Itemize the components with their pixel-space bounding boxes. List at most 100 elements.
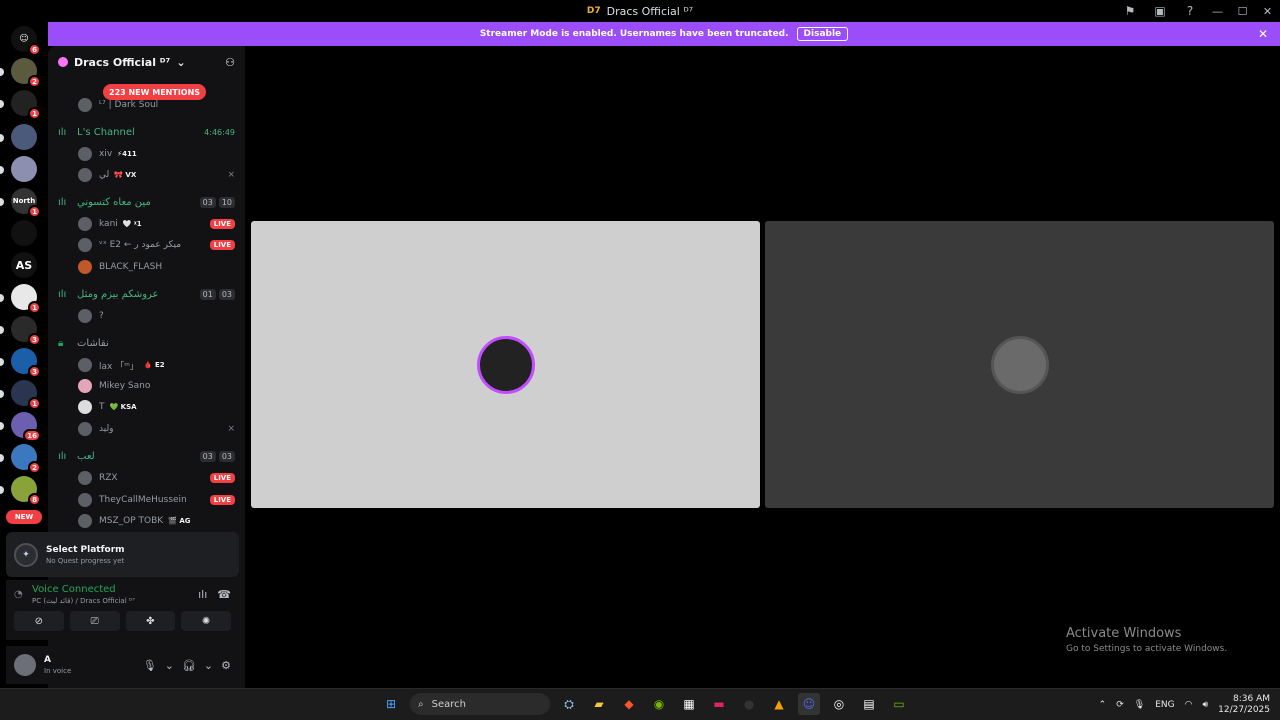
settings-gear-icon[interactable]: ⚙ <box>221 659 231 672</box>
voice-user[interactable]: RZX LIVE <box>78 469 235 487</box>
voice-user[interactable]: ? <box>78 307 235 325</box>
server-icon-7[interactable]: 3 <box>11 316 41 346</box>
maximize-button[interactable]: ☐ <box>1230 0 1255 22</box>
taskbar-search[interactable]: ⌕ Search <box>410 693 550 715</box>
voice-user[interactable]: TheyCallMeHussein LIVE <box>78 491 235 509</box>
server-icon-1[interactable]: 2 <box>11 58 41 88</box>
voice-user[interactable]: لي 🎀 VX ⨯ <box>78 166 235 184</box>
server-icon-6[interactable]: 1 <box>11 284 41 314</box>
camera-off-button[interactable]: ⊘ <box>14 611 64 631</box>
server-icon-3[interactable] <box>11 124 37 150</box>
app-icon-doc[interactable]: ▤ <box>858 693 880 715</box>
steam-icon[interactable]: ⛭ <box>558 693 580 715</box>
app-icon-orange[interactable]: ▲ <box>768 693 790 715</box>
headphones-icon[interactable]: 🎧︎ <box>182 659 196 672</box>
server-icon-8[interactable]: 3 <box>11 348 41 378</box>
voice-user[interactable]: lax 「ᵐ」 🩸 E2 <box>78 356 235 374</box>
voice-channel-ls[interactable]: ılı L's Channel 4:46:49 <box>58 123 235 141</box>
inbox-icon[interactable]: ⚑ <box>1115 0 1145 22</box>
voice-channel-5[interactable]: ılı لعب 03 03 <box>58 447 235 465</box>
server-icon-2[interactable]: 1 <box>11 90 41 120</box>
voice-user[interactable]: ᵛˣ E2 ← ميكر عمود ر LIVE <box>78 236 235 254</box>
chevron-down-icon[interactable]: ⌄ <box>165 659 174 672</box>
server-icon-as[interactable]: AS <box>11 252 37 278</box>
file-explorer-icon[interactable]: ▰ <box>588 693 610 715</box>
avatar <box>78 400 92 414</box>
microphone-icon[interactable]: 🎙︎ <box>143 659 157 672</box>
close-banner-icon[interactable]: ✕ <box>1258 27 1268 41</box>
voice-channel-icon: ılı <box>58 196 67 208</box>
screen-share-button[interactable]: ⎚ <box>69 611 120 631</box>
voice-user[interactable]: وليد ⨯ <box>78 420 235 438</box>
activities-button[interactable]: ✤ <box>125 611 176 631</box>
clock[interactable]: 8:36 AM 12/27/2025 <box>1218 694 1270 716</box>
voice-user[interactable]: BLACK_FLASH <box>78 258 235 276</box>
avatar <box>78 309 92 323</box>
voice-user[interactable]: Mikey Sano <box>78 377 235 395</box>
voice-channel-3[interactable]: ılı عروشكم بيزم ومثل 01 03 <box>58 285 235 303</box>
participant-avatar <box>990 335 1049 394</box>
wifi-icon[interactable]: ◠ <box>1185 700 1193 710</box>
volume-icon[interactable]: 🔊︎ <box>1202 700 1208 710</box>
minimize-button[interactable]: — <box>1205 0 1230 22</box>
voice-tile-2[interactable] <box>765 221 1274 508</box>
live-badge: LIVE <box>209 240 235 250</box>
username[interactable]: A <box>44 655 71 665</box>
voice-channel-2[interactable]: ılı مين معاه كتسوني 03 10 <box>58 193 235 211</box>
soundboard-button[interactable]: ✺ <box>181 611 231 631</box>
microphone-icon[interactable]: 🎙︎ <box>1134 700 1145 710</box>
voice-user[interactable]: T 💚 KSA <box>78 398 235 416</box>
voice-user[interactable]: kani 🤍 ᵡ1 LIVE <box>78 215 235 233</box>
app-icon-green[interactable]: ▭ <box>888 693 910 715</box>
server-icon-north[interactable]: North 1 <box>11 188 41 218</box>
server-icon-10[interactable]: 16 <box>11 412 41 442</box>
voice-connection-panel: ◔ Voice Connected PC (قائد ليث) / Dracs … <box>6 580 239 640</box>
chevron-down-icon[interactable]: ⌄ <box>204 659 213 672</box>
server-icon-9[interactable]: 1 <box>11 380 41 410</box>
voice-status[interactable]: Voice Connected <box>32 584 135 595</box>
lock-icon: 🔒︎ <box>58 337 64 349</box>
screen-icon[interactable]: ▣ <box>1145 0 1175 22</box>
app-icon-circle[interactable]: ◎ <box>828 693 850 715</box>
close-window-button[interactable]: ✕ <box>1255 0 1280 22</box>
disable-streamer-mode-button[interactable]: Disable <box>796 27 849 41</box>
sync-icon[interactable]: ⟳ <box>1116 700 1124 710</box>
voice-user[interactable]: xiv ⚡411 <box>78 145 235 163</box>
signal-icon: ◔ <box>14 589 23 600</box>
participant-avatar <box>476 335 535 394</box>
disconnect-icon[interactable]: ☎ <box>217 588 231 601</box>
server-logo-icon: D7 <box>586 6 601 16</box>
server-icon-12[interactable]: 8 <box>11 476 41 506</box>
quest-panel[interactable]: ✦ Select Platform No Quest progress yet <box>6 532 239 577</box>
app-icon[interactable]: ● <box>738 693 760 715</box>
server-icon-5[interactable] <box>11 220 37 246</box>
chevron-up-icon[interactable]: ⌃ <box>1099 700 1107 710</box>
home-discord-icon[interactable]: ☺ 6 <box>11 26 41 56</box>
quest-title: Select Platform <box>46 544 125 555</box>
avatar <box>78 358 92 372</box>
avatar <box>78 98 92 112</box>
brave-browser-icon[interactable]: ◆ <box>618 693 640 715</box>
voice-location[interactable]: PC (قائد ليث) / Dracs Official ᴰ⁷ <box>32 597 135 605</box>
voice-channel-4[interactable]: 🔒︎ نقاشات <box>58 334 235 352</box>
voice-tile-1[interactable] <box>251 221 760 508</box>
avatar <box>78 168 92 182</box>
server-icon-11[interactable]: 2 <box>11 444 41 474</box>
server-icon-4[interactable] <box>11 156 37 182</box>
avatar[interactable] <box>14 654 36 676</box>
discord-taskbar-icon[interactable]: ☺ <box>798 693 820 715</box>
voice-user[interactable]: MSZ_OP TOBK 🎬 AG <box>78 512 235 530</box>
language-indicator[interactable]: ENG <box>1155 700 1174 710</box>
avatar <box>78 147 92 161</box>
add-member-icon[interactable]: ⚇ <box>225 56 235 69</box>
noise-suppression-icon[interactable]: ılı <box>198 588 207 601</box>
streamer-mode-banner: Streamer Mode is enabled. Usernames have… <box>48 22 1280 46</box>
voice-user[interactable]: ᴸ⁷ | Dark Soul <box>78 96 235 114</box>
help-icon[interactable]: ? <box>1175 0 1205 22</box>
start-windows-icon[interactable]: ⊞ <box>380 693 402 715</box>
minecraft-icon[interactable]: ▦ <box>678 693 700 715</box>
nvidia-icon[interactable]: ◉ <box>648 693 670 715</box>
live-badge: LIVE <box>209 219 235 229</box>
voicemod-icon[interactable]: ▬ <box>708 693 730 715</box>
guild-header[interactable]: Dracs Official ᴰ⁷ ⌄ ⚇ <box>48 46 245 78</box>
